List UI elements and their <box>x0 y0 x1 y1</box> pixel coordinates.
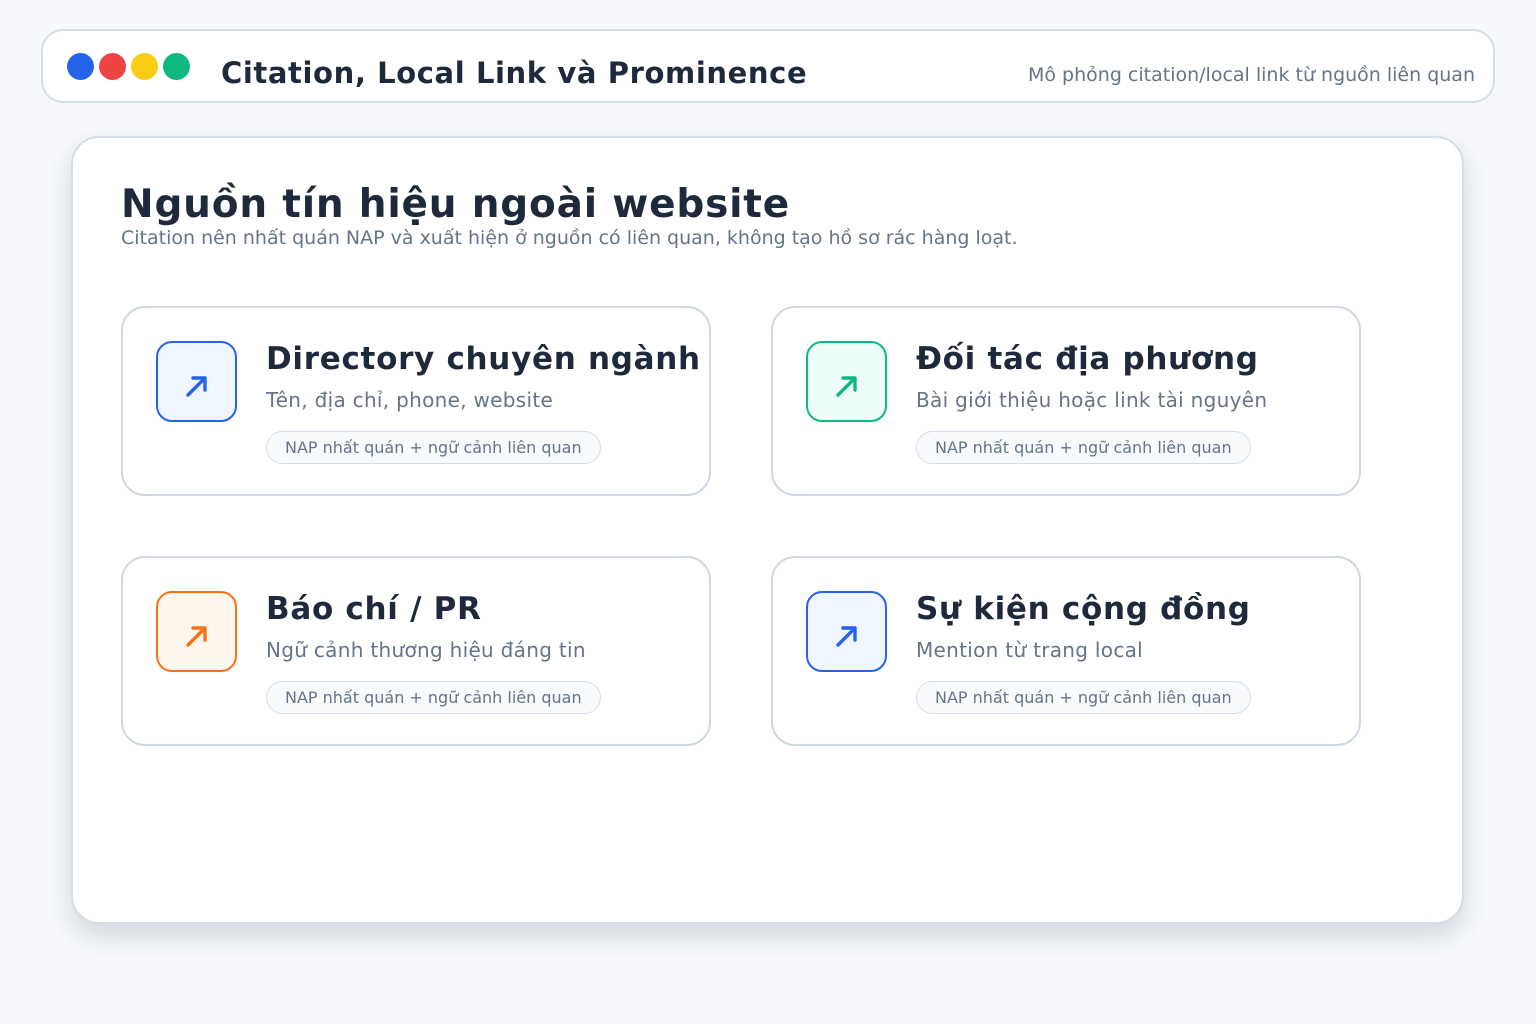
card-icon-box <box>806 591 887 672</box>
card-tag: NAP nhất quán + ngữ cảnh liên quan <box>266 681 601 714</box>
app-header: Citation, Local Link và Prominence Mô ph… <box>41 29 1495 103</box>
card-press-pr[interactable]: Báo chí / PR Ngữ cảnh thương hiệu đáng t… <box>121 556 711 746</box>
red-dot[interactable] <box>99 53 126 80</box>
card-tag: NAP nhất quán + ngữ cảnh liên quan <box>916 681 1251 714</box>
arrow-up-right-icon <box>836 626 857 647</box>
card-description: Ngữ cảnh thương hiệu đáng tin <box>266 638 586 662</box>
card-description: Bài giới thiệu hoặc link tài nguyên <box>916 388 1268 412</box>
blue-dot[interactable] <box>67 53 94 80</box>
card-title: Sự kiện cộng đồng <box>916 591 1251 627</box>
card-description: Tên, địa chỉ, phone, website <box>266 388 554 412</box>
card-tag: NAP nhất quán + ngữ cảnh liên quan <box>916 431 1251 464</box>
page-title: Nguồn tín hiệu ngoài website <box>121 182 790 227</box>
arrow-up-right-icon <box>836 376 857 397</box>
card-directory[interactable]: Directory chuyên ngành Tên, địa chỉ, pho… <box>121 306 711 496</box>
card-title: Báo chí / PR <box>266 591 482 627</box>
main-panel: Nguồn tín hiệu ngoài website Citation nê… <box>71 136 1464 924</box>
yellow-dot[interactable] <box>131 53 158 80</box>
card-icon-box <box>156 591 237 672</box>
page-subtitle: Citation nên nhất quán NAP và xuất hiện … <box>121 227 1018 249</box>
card-tag: NAP nhất quán + ngữ cảnh liên quan <box>266 431 601 464</box>
card-icon-box <box>806 341 887 422</box>
card-title: Directory chuyên ngành <box>266 341 701 377</box>
card-title: Đối tác địa phương <box>916 341 1259 377</box>
card-local-partners[interactable]: Đối tác địa phương Bài giới thiệu hoặc l… <box>771 306 1361 496</box>
app-subtitle: Mô phỏng citation/local link từ nguồn li… <box>1028 64 1475 86</box>
arrow-up-right-icon <box>186 626 207 647</box>
app-title: Citation, Local Link và Prominence <box>221 56 808 90</box>
card-description: Mention từ trang local <box>916 638 1144 662</box>
green-dot[interactable] <box>163 53 190 80</box>
card-icon-box <box>156 341 237 422</box>
card-community-events[interactable]: Sự kiện cộng đồng Mention từ trang local… <box>771 556 1361 746</box>
arrow-up-right-icon <box>186 376 207 397</box>
